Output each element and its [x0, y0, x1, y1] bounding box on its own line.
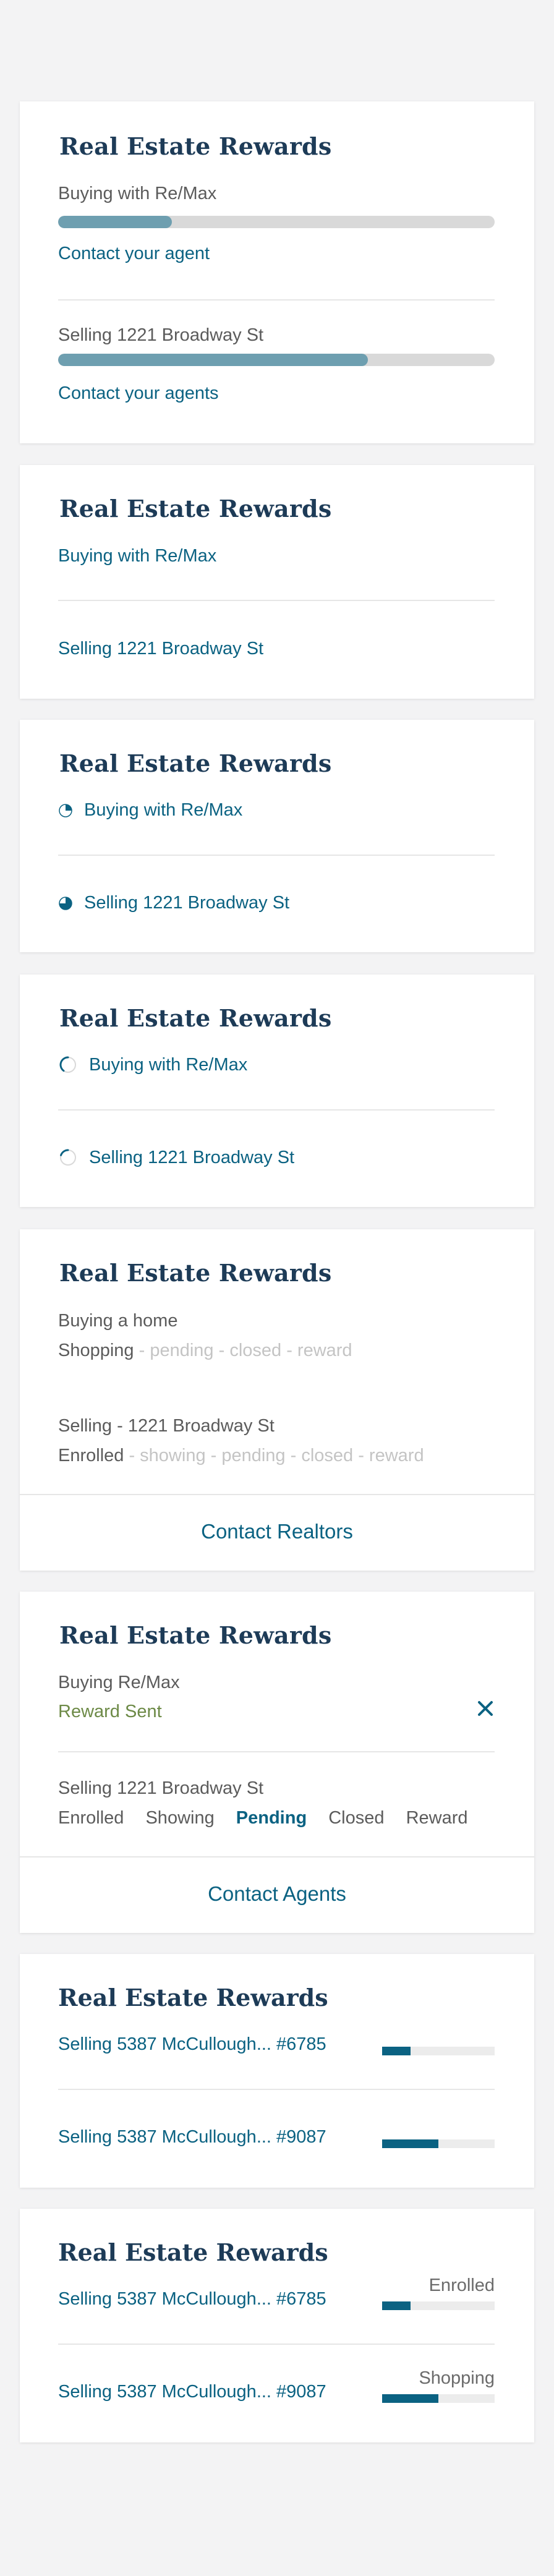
contact-realtors-button[interactable]: Contact Realtors: [20, 1520, 534, 1543]
listing-link-1[interactable]: Selling 5387 McCullough... #6785: [58, 2034, 326, 2055]
pie-chart-icon: [59, 804, 72, 817]
divider: [58, 855, 495, 856]
buying-link[interactable]: Buying with Re/Max: [58, 546, 216, 566]
listing-status: Enrolled: [428, 2275, 495, 2295]
rewards-card-6: Real Estate Rewards Buying Re/Max Reward…: [20, 1592, 534, 1933]
selling-link[interactable]: Selling 1221 Broadway St: [84, 893, 289, 913]
contact-agent-link[interactable]: Contact your agent: [58, 244, 210, 264]
selling-link[interactable]: Selling 1221 Broadway St: [58, 639, 263, 659]
listing-progress-fill: [382, 2047, 411, 2055]
listing-label: Selling 5387 McCullough...: [58, 2289, 271, 2309]
stage-list: Enrolled Showing Pending Closed Reward: [58, 1808, 485, 1828]
listing-id: #9087: [276, 2127, 326, 2147]
divider: [58, 299, 495, 301]
listing-label: Selling 5387 McCullough...: [58, 2034, 271, 2054]
buying-progress-fill: [58, 216, 172, 228]
reward-sent-status: Reward Sent: [58, 1702, 162, 1721]
divider: [58, 1109, 495, 1111]
rewards-card-7: Real Estate Rewards Selling 5387 McCullo…: [20, 1954, 534, 2188]
buying-heading: Buying Re/Max: [58, 1673, 180, 1692]
card-title: Real Estate Rewards: [59, 1004, 332, 1032]
stage-showing: Showing: [145, 1808, 215, 1828]
card-title: Real Estate Rewards: [59, 749, 332, 777]
listing-progress-fill: [382, 2139, 438, 2148]
remaining-stages: - pending - closed - reward: [134, 1341, 352, 1360]
pie-chart-icon: [59, 897, 72, 910]
contact-agents-link[interactable]: Contact your agents: [58, 383, 219, 404]
selling-progress-bar: [58, 354, 495, 366]
listing-id: #9087: [276, 2382, 326, 2402]
listing-label: Selling 5387 McCullough...: [58, 2382, 271, 2402]
listing-progress-bar: [382, 2047, 495, 2055]
card-title: Real Estate Rewards: [58, 2238, 328, 2266]
card-title: Real Estate Rewards: [59, 1621, 332, 1649]
selling-progress-fill: [58, 354, 369, 366]
listing-id: #6785: [276, 2289, 326, 2309]
listing-link-2[interactable]: Selling 5387 McCullough... #9087: [58, 2382, 326, 2402]
buying-stages: Shopping - pending - closed - reward: [58, 1341, 352, 1361]
contact-agents-button[interactable]: Contact Agents: [20, 1882, 534, 1906]
current-stage: Shopping: [58, 1341, 134, 1360]
stage-closed: Closed: [328, 1808, 385, 1828]
rewards-card-4: Real Estate Rewards Buying with Re/Max S…: [20, 975, 534, 1207]
remaining-stages: - showing - pending - closed - reward: [124, 1446, 424, 1465]
card-title: Real Estate Rewards: [59, 132, 332, 160]
listing-id: #6785: [276, 2034, 326, 2054]
selling-label: Selling 1221 Broadway St: [58, 325, 264, 345]
rewards-card-2: Real Estate Rewards Buying with Re/Max S…: [20, 465, 534, 699]
stage-enrolled: Enrolled: [58, 1808, 124, 1828]
rewards-card-1: Real Estate Rewards Buying with Re/Max C…: [20, 101, 534, 443]
listing-status: Shopping: [419, 2368, 495, 2388]
listing-link-2[interactable]: Selling 5387 McCullough... #9087: [58, 2127, 326, 2147]
selling-link[interactable]: Selling 1221 Broadway St: [89, 1148, 294, 1168]
buying-link[interactable]: Buying with Re/Max: [89, 1055, 247, 1075]
buying-progress-bar: [58, 216, 495, 228]
listing-progress-bar: [382, 2139, 495, 2148]
listing-label: Selling 5387 McCullough...: [58, 2127, 271, 2147]
listing-link-1[interactable]: Selling 5387 McCullough... #6785: [58, 2289, 326, 2309]
divider: [58, 2089, 495, 2090]
footer-divider: [20, 1856, 534, 1857]
buying-label: Buying with Re/Max: [58, 184, 217, 203]
divider: [58, 2344, 495, 2345]
rewards-card-8: Real Estate Rewards Enrolled Selling 538…: [20, 2209, 534, 2442]
buying-heading: Buying a home: [58, 1311, 178, 1331]
divider: [58, 1751, 495, 1752]
selling-heading: Selling - 1221 Broadway St: [58, 1416, 275, 1436]
card-title: Real Estate Rewards: [58, 1984, 328, 2011]
card-title: Real Estate Rewards: [59, 495, 332, 522]
progress-ring-icon: [59, 1056, 76, 1073]
selling-stages: Enrolled - showing - pending - closed - …: [58, 1446, 424, 1466]
rewards-card-3: Real Estate Rewards Buying with Re/Max S…: [20, 720, 534, 952]
stage-reward: Reward: [406, 1808, 468, 1828]
selling-heading: Selling 1221 Broadway St: [58, 1778, 264, 1798]
close-icon[interactable]: [476, 1699, 495, 1718]
listing-progress-bar: [382, 2301, 495, 2310]
divider: [58, 600, 495, 601]
buying-link[interactable]: Buying with Re/Max: [84, 800, 242, 821]
listing-progress-fill: [382, 2394, 438, 2403]
card-title: Real Estate Rewards: [59, 1259, 332, 1287]
current-stage: Enrolled: [58, 1446, 124, 1465]
stage-pending: Pending: [236, 1808, 307, 1828]
progress-ring-icon: [60, 1149, 76, 1166]
listing-progress-fill: [382, 2301, 411, 2310]
footer-divider: [20, 1494, 534, 1495]
listing-progress-bar: [382, 2394, 495, 2403]
rewards-card-5: Real Estate Rewards Buying a home Shoppi…: [20, 1229, 534, 1571]
